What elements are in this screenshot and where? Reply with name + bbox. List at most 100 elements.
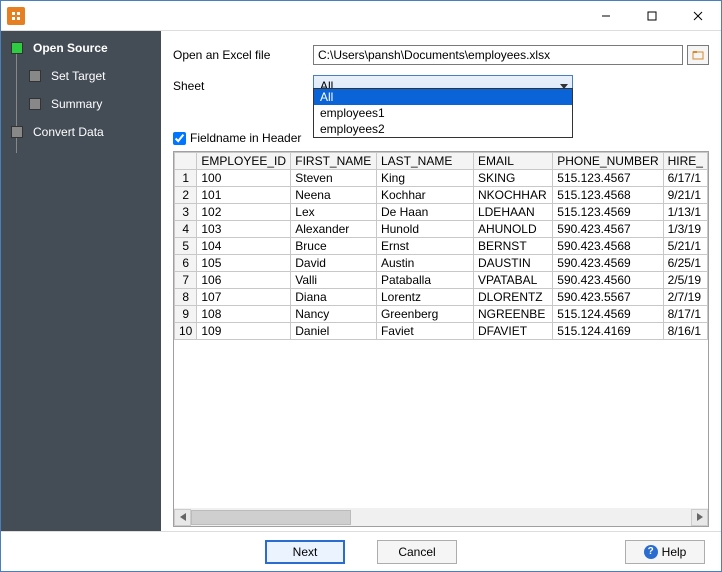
cell[interactable]: 515.123.4568 xyxy=(553,187,663,204)
cell[interactable]: 515.123.4567 xyxy=(553,170,663,187)
cancel-button[interactable]: Cancel xyxy=(377,540,457,564)
cell[interactable]: 515.123.4569 xyxy=(553,204,663,221)
cell[interactable]: NKOCHHAR xyxy=(473,187,552,204)
cell[interactable]: Pataballa xyxy=(376,272,473,289)
cell[interactable]: King xyxy=(376,170,473,187)
cell[interactable]: 590.423.4569 xyxy=(553,255,663,272)
cell[interactable]: Kochhar xyxy=(376,187,473,204)
step-set-target[interactable]: Set Target xyxy=(29,69,161,83)
open-file-button[interactable] xyxy=(687,45,709,65)
file-label: Open an Excel file xyxy=(173,48,313,62)
table-row[interactable]: 3102LexDe HaanLDEHAAN515.123.45691/13/1 xyxy=(175,204,708,221)
table-row[interactable]: 8107DianaLorentzDLORENTZ590.423.55672/7/… xyxy=(175,289,708,306)
cell[interactable]: 104 xyxy=(197,238,291,255)
cell[interactable]: Hunold xyxy=(376,221,473,238)
cell[interactable]: 106 xyxy=(197,272,291,289)
cell[interactable]: NGREENBE xyxy=(473,306,552,323)
row-number: 2 xyxy=(175,187,197,204)
table-row[interactable]: 4103AlexanderHunoldAHUNOLD590.423.45671/… xyxy=(175,221,708,238)
cell[interactable]: Bruce xyxy=(291,238,377,255)
cell[interactable]: SKING xyxy=(473,170,552,187)
col-header[interactable]: PHONE_NUMBER xyxy=(553,153,663,170)
cell[interactable]: 109 xyxy=(197,323,291,340)
cell[interactable]: Ernst xyxy=(376,238,473,255)
cell[interactable]: AHUNOLD xyxy=(473,221,552,238)
close-button[interactable] xyxy=(675,1,721,30)
cell[interactable]: 107 xyxy=(197,289,291,306)
cell[interactable]: Diana xyxy=(291,289,377,306)
cell[interactable]: Lex xyxy=(291,204,377,221)
cell[interactable]: 515.124.4169 xyxy=(553,323,663,340)
cell[interactable]: DLORENTZ xyxy=(473,289,552,306)
cell[interactable]: 590.423.4568 xyxy=(553,238,663,255)
cell[interactable]: 590.423.4567 xyxy=(553,221,663,238)
cell[interactable]: 8/16/1 xyxy=(663,323,707,340)
scroll-thumb[interactable] xyxy=(191,510,351,525)
fieldname-checkbox[interactable] xyxy=(173,132,186,145)
step-convert-data[interactable]: Convert Data xyxy=(11,125,161,139)
cell[interactable]: 6/25/1 xyxy=(663,255,707,272)
cell[interactable]: Valli xyxy=(291,272,377,289)
cell[interactable]: 101 xyxy=(197,187,291,204)
cell[interactable]: 1/13/1 xyxy=(663,204,707,221)
cell[interactable]: 6/17/1 xyxy=(663,170,707,187)
cell[interactable]: David xyxy=(291,255,377,272)
col-header[interactable]: EMPLOYEE_ID xyxy=(197,153,291,170)
table-row[interactable]: 1100StevenKingSKING515.123.45676/17/1 xyxy=(175,170,708,187)
cell[interactable]: 2/5/19 xyxy=(663,272,707,289)
col-header[interactable]: HIRE_ xyxy=(663,153,707,170)
cell[interactable]: Neena xyxy=(291,187,377,204)
cell[interactable]: Steven xyxy=(291,170,377,187)
cell[interactable]: 105 xyxy=(197,255,291,272)
file-path-input[interactable] xyxy=(313,45,683,65)
sheet-option[interactable]: employees2 xyxy=(314,121,572,137)
next-button[interactable]: Next xyxy=(265,540,345,564)
cell[interactable]: 108 xyxy=(197,306,291,323)
scroll-left-icon[interactable] xyxy=(174,509,191,526)
cell[interactable]: Nancy xyxy=(291,306,377,323)
cell[interactable]: Faviet xyxy=(376,323,473,340)
cell[interactable]: DFAVIET xyxy=(473,323,552,340)
cell[interactable]: 2/7/19 xyxy=(663,289,707,306)
table-row[interactable]: 10109DanielFavietDFAVIET515.124.41698/16… xyxy=(175,323,708,340)
step-summary[interactable]: Summary xyxy=(29,97,161,111)
table-row[interactable]: 2101NeenaKochharNKOCHHAR515.123.45689/21… xyxy=(175,187,708,204)
cell[interactable]: 100 xyxy=(197,170,291,187)
horizontal-scrollbar[interactable] xyxy=(174,508,708,526)
sheet-option[interactable]: employees1 xyxy=(314,105,572,121)
cell[interactable]: BERNST xyxy=(473,238,552,255)
cell[interactable]: De Haan xyxy=(376,204,473,221)
cell[interactable]: VPATABAL xyxy=(473,272,552,289)
cell[interactable]: DAUSTIN xyxy=(473,255,552,272)
cell[interactable]: 590.423.5567 xyxy=(553,289,663,306)
cell[interactable]: Greenberg xyxy=(376,306,473,323)
footer: Next Cancel ? Help xyxy=(1,531,721,571)
help-button[interactable]: ? Help xyxy=(625,540,705,564)
cell[interactable]: 1/3/19 xyxy=(663,221,707,238)
cell[interactable]: 9/21/1 xyxy=(663,187,707,204)
cell[interactable]: 102 xyxy=(197,204,291,221)
table-row[interactable]: 5104BruceErnstBERNST590.423.45685/21/1 xyxy=(175,238,708,255)
help-icon: ? xyxy=(644,545,658,559)
cell[interactable]: 103 xyxy=(197,221,291,238)
col-header[interactable]: LAST_NAME xyxy=(376,153,473,170)
cell[interactable]: Daniel xyxy=(291,323,377,340)
cell[interactable]: Lorentz xyxy=(376,289,473,306)
col-header[interactable]: FIRST_NAME xyxy=(291,153,377,170)
sheet-option[interactable]: All xyxy=(314,89,572,105)
table-row[interactable]: 7106ValliPataballaVPATABAL590.423.45602/… xyxy=(175,272,708,289)
table-row[interactable]: 9108NancyGreenbergNGREENBE515.124.45698/… xyxy=(175,306,708,323)
cell[interactable]: Austin xyxy=(376,255,473,272)
table-row[interactable]: 6105DavidAustinDAUSTIN590.423.45696/25/1 xyxy=(175,255,708,272)
step-open-source[interactable]: Open Source xyxy=(11,41,161,55)
cell[interactable]: LDEHAAN xyxy=(473,204,552,221)
cell[interactable]: 5/21/1 xyxy=(663,238,707,255)
cell[interactable]: 8/17/1 xyxy=(663,306,707,323)
minimize-button[interactable] xyxy=(583,1,629,30)
cell[interactable]: 590.423.4560 xyxy=(553,272,663,289)
cell[interactable]: 515.124.4569 xyxy=(553,306,663,323)
cell[interactable]: Alexander xyxy=(291,221,377,238)
scroll-right-icon[interactable] xyxy=(691,509,708,526)
col-header[interactable]: EMAIL xyxy=(473,153,552,170)
maximize-button[interactable] xyxy=(629,1,675,30)
